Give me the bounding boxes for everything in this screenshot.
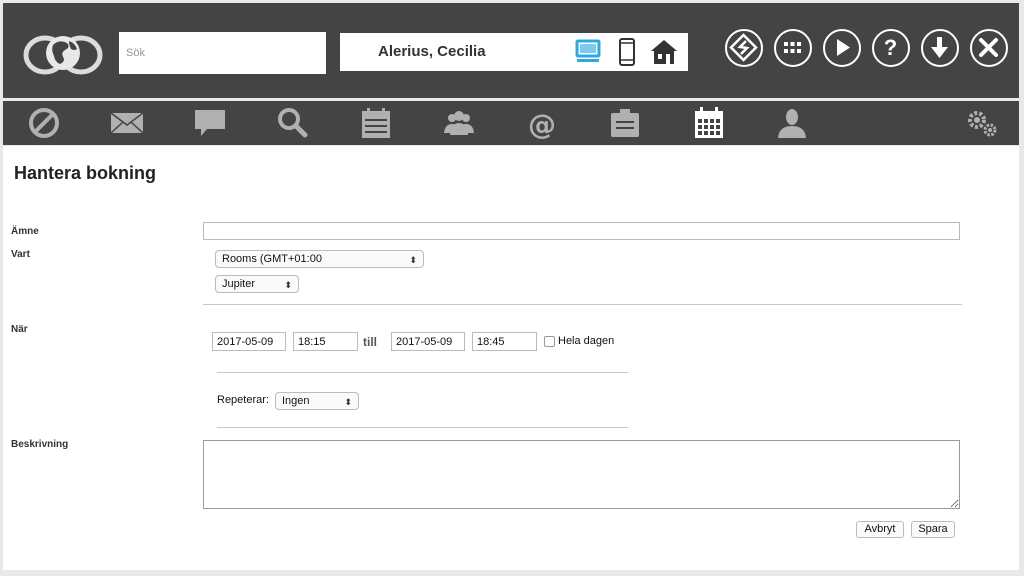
group-icon[interactable] — [442, 107, 476, 139]
end-date-input[interactable] — [391, 332, 465, 351]
home-icon[interactable] — [649, 37, 679, 67]
save-button[interactable]: Spara — [911, 521, 955, 538]
top-bar: Alerius, Cecilia — [3, 3, 1019, 98]
settings-icon[interactable] — [965, 107, 999, 139]
apps-grid-icon — [784, 42, 801, 53]
location-select[interactable]: Rooms (GMT+01:00 ⬍ — [215, 250, 424, 268]
clipboard-icon[interactable] — [608, 107, 642, 139]
subject-label: Ämne — [11, 226, 39, 237]
user-panel: Alerius, Cecilia — [340, 33, 688, 71]
calendar-list-icon[interactable] — [359, 107, 393, 139]
search-icon[interactable] — [276, 107, 310, 139]
description-textarea[interactable] — [203, 440, 960, 509]
cancel-button[interactable]: Avbryt — [856, 521, 904, 538]
svg-text:@: @ — [528, 108, 556, 139]
svg-text:?: ? — [884, 35, 897, 60]
booking-form-panel: Hantera bokning Ämne Vart Rooms (GMT+01:… — [3, 146, 1019, 570]
room-select-value: Jupiter — [222, 278, 256, 290]
where-label: Vart — [11, 249, 30, 260]
repeat-select[interactable]: Ingen ⬍ — [275, 392, 359, 410]
calendar-grid-icon[interactable] — [692, 107, 726, 139]
repeat-label: Repeterar: — [217, 394, 269, 406]
apps-button[interactable] — [774, 29, 812, 67]
download-button[interactable] — [921, 29, 959, 67]
when-label: När — [11, 324, 28, 335]
chat-icon[interactable] — [193, 107, 227, 139]
start-time-input[interactable] — [293, 332, 358, 351]
page-title: Hantera bokning — [14, 163, 157, 183]
chevron-updown-icon: ⬍ — [409, 255, 417, 265]
chevron-updown-icon: ⬍ — [284, 280, 292, 290]
switch-button[interactable] — [725, 29, 763, 67]
all-day-label: Hela dagen — [558, 335, 615, 347]
play-icon — [837, 39, 850, 56]
mail-icon[interactable] — [110, 107, 144, 139]
location-select-value: Rooms (GMT+01:00 — [222, 253, 322, 265]
user-name: Alerius, Cecilia — [378, 43, 486, 60]
start-date-input[interactable] — [212, 332, 286, 351]
person-icon[interactable] — [775, 107, 809, 139]
desktop-icon[interactable] — [573, 37, 603, 67]
play-button[interactable] — [823, 29, 861, 67]
close-icon — [979, 38, 998, 57]
repeat-select-value: Ingen — [282, 395, 310, 407]
close-button[interactable] — [970, 29, 1008, 67]
help-button[interactable]: ? — [872, 29, 910, 67]
description-label: Beskrivning — [11, 439, 69, 450]
help-icon: ? — [884, 35, 897, 60]
till-label: till — [363, 335, 377, 349]
switch-icon — [729, 33, 758, 62]
search-input[interactable] — [119, 32, 326, 74]
block-icon[interactable] — [27, 107, 61, 139]
subject-input[interactable] — [203, 222, 960, 240]
divider — [203, 304, 962, 305]
phone-icon[interactable] — [612, 37, 642, 67]
divider — [217, 372, 628, 373]
download-icon — [931, 37, 948, 58]
at-icon[interactable]: @ — [525, 107, 559, 141]
divider — [217, 427, 628, 428]
room-select[interactable]: Jupiter ⬍ — [215, 275, 299, 293]
nav-bar: @ — [3, 101, 1019, 145]
globe-logo-icon — [23, 25, 103, 85]
all-day-checkbox[interactable] — [544, 336, 555, 347]
chevron-updown-icon: ⬍ — [344, 397, 352, 407]
end-time-input[interactable] — [472, 332, 537, 351]
